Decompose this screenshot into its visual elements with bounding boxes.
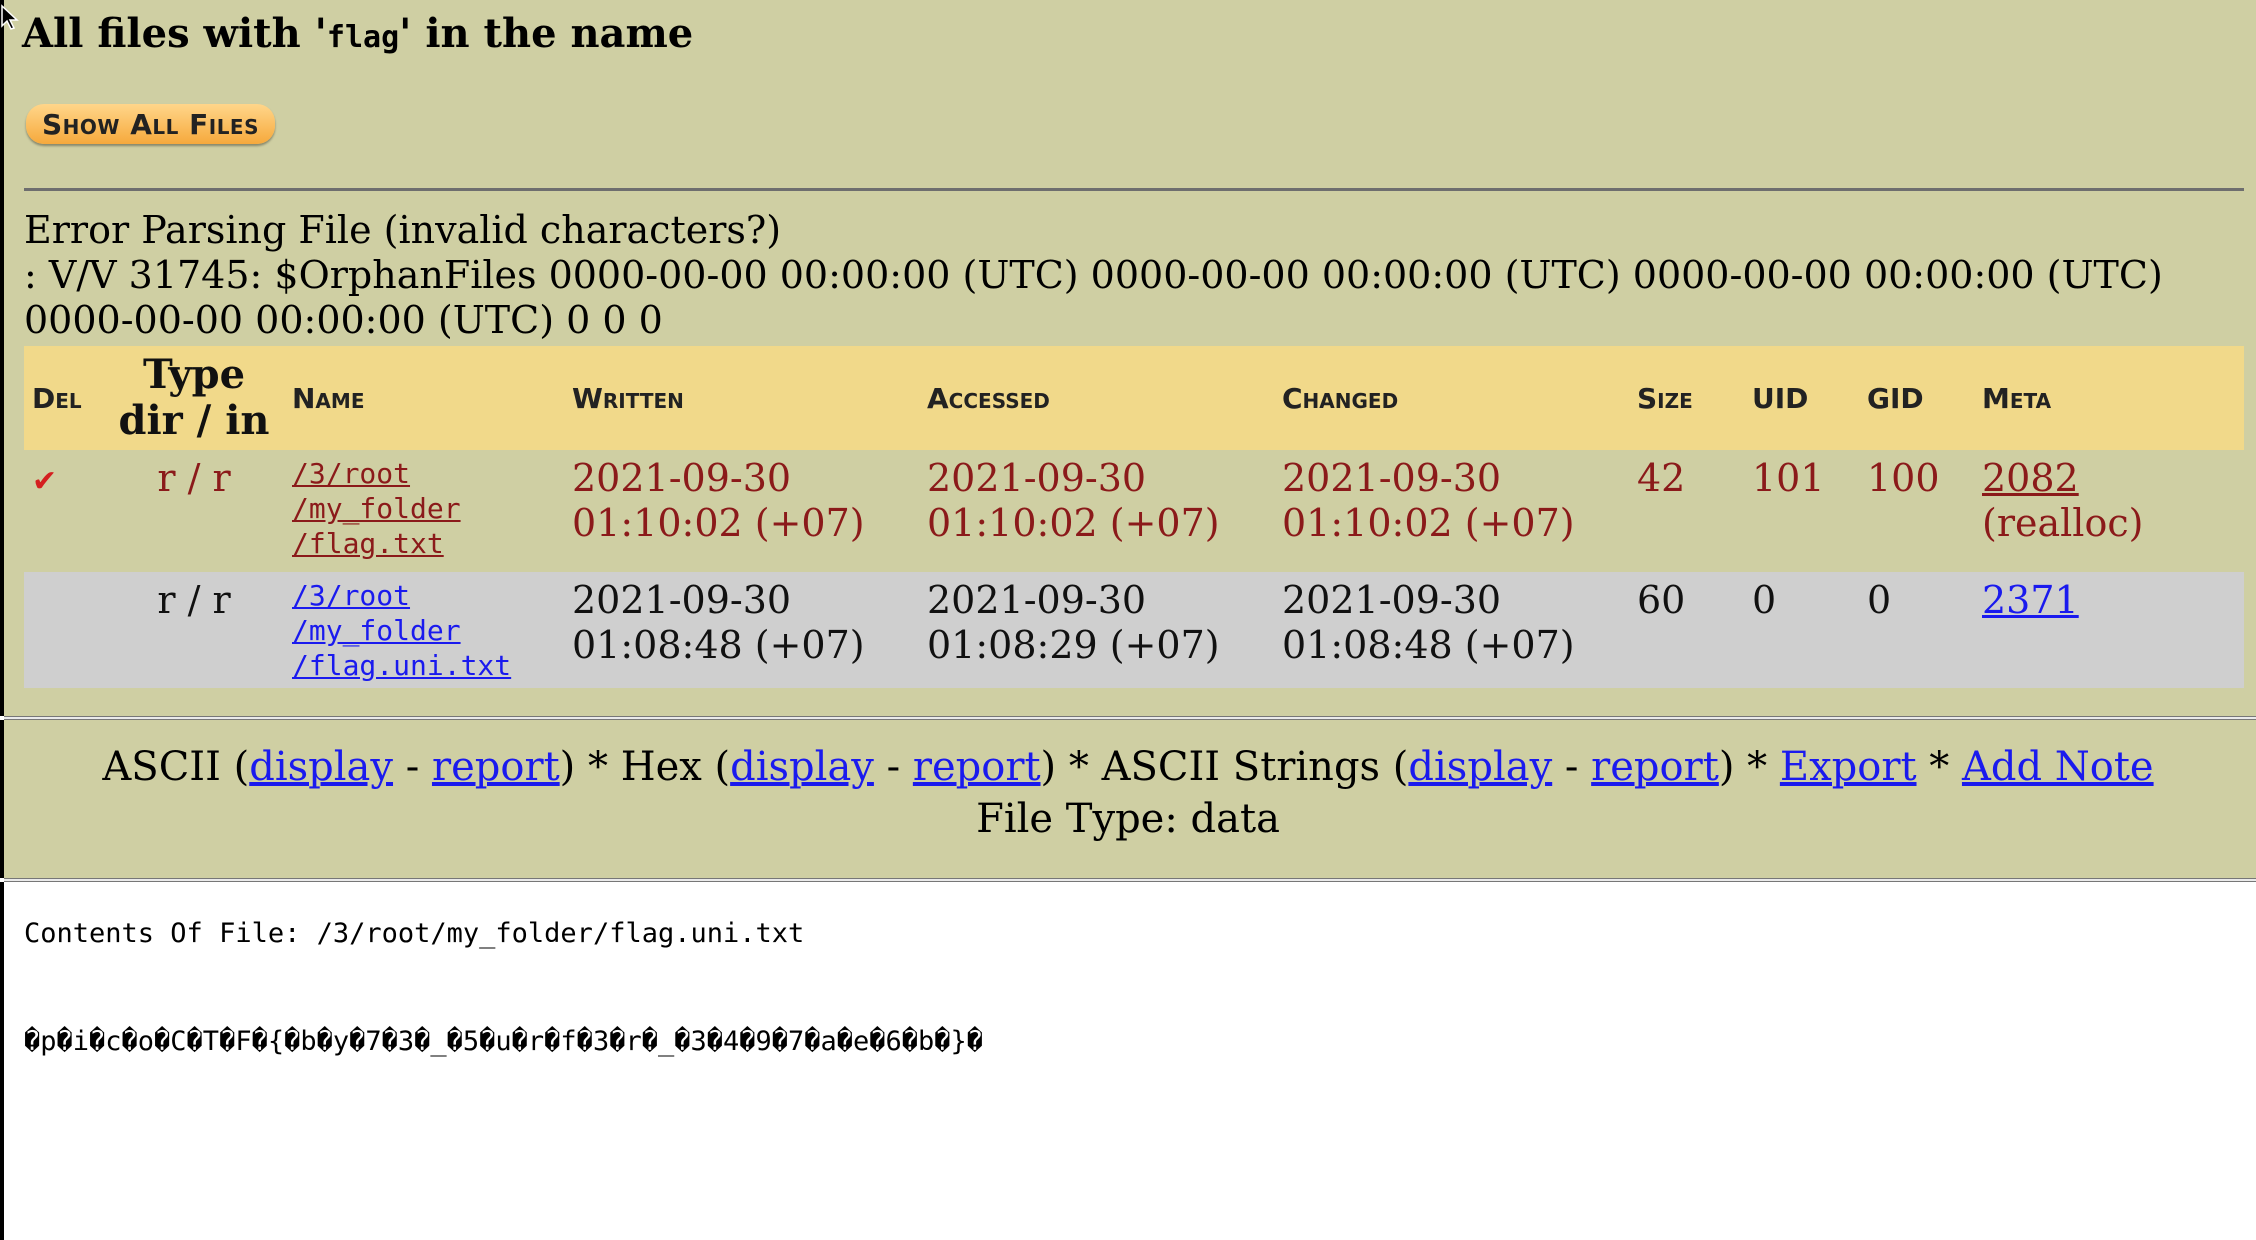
written-cell: 2021-09-30 01:08:48 (+07)	[564, 572, 919, 688]
written-cell: 2021-09-30 01:10:02 (+07)	[564, 450, 919, 572]
header-name[interactable]: Name	[284, 346, 564, 450]
changed-cell: 2021-09-30 01:08:48 (+07)	[1274, 572, 1629, 688]
table-row: ✔ r / r /3/root /my_folder /flag.txt 202…	[24, 450, 2244, 572]
header-meta[interactable]: Meta	[1974, 346, 2244, 450]
size-cell: 60	[1629, 572, 1744, 688]
ascii-display-link[interactable]: display	[249, 744, 393, 790]
file-name-link[interactable]: /flag.txt	[292, 526, 556, 561]
file-list-table: Del Type dir / in Name Written Accessed C…	[24, 346, 2244, 688]
contents-header: Contents Of File: /3/root/my_folder/flag…	[24, 918, 805, 949]
page-title: All files with 'flag' in the name	[22, 10, 694, 57]
file-path-link-part[interactable]: /my_folder	[292, 613, 556, 648]
table-header-row: Del Type dir / in Name Written Accessed C…	[24, 346, 2244, 450]
header-size[interactable]: Size	[1629, 346, 1744, 450]
name-cell: /3/root /my_folder /flag.uni.txt	[284, 572, 564, 688]
file-name-link[interactable]: /flag.uni.txt	[292, 648, 556, 683]
del-cell	[24, 572, 104, 688]
show-all-files-button[interactable]: Show All Files	[26, 104, 275, 144]
meta-note: (realloc)	[1982, 501, 2144, 545]
changed-cell: 2021-09-30 01:10:02 (+07)	[1274, 450, 1629, 572]
meta-cell: 2082 (realloc)	[1974, 450, 2244, 572]
file-path-link-part[interactable]: /3/root	[292, 578, 556, 613]
file-actions-line: ASCII (display - report) * Hex (display …	[102, 744, 2154, 790]
del-cell: ✔	[24, 450, 104, 572]
meta-link[interactable]: 2082	[1982, 456, 2079, 500]
type-cell: r / r	[104, 450, 284, 572]
search-term: flag	[326, 20, 400, 55]
horizontal-rule	[24, 188, 2244, 191]
file-path-link-part[interactable]: /my_folder	[292, 491, 556, 526]
file-path-link-part[interactable]: /3/root	[292, 456, 556, 491]
export-link[interactable]: Export	[1780, 744, 1917, 790]
error-message: Error Parsing File (invalid characters?)…	[24, 208, 2234, 343]
hex-display-link[interactable]: display	[730, 744, 874, 790]
strings-display-link[interactable]: display	[1408, 744, 1552, 790]
size-cell: 42	[1629, 450, 1744, 572]
header-uid[interactable]: UID	[1744, 346, 1859, 450]
accessed-cell: 2021-09-30 01:08:29 (+07)	[919, 572, 1274, 688]
header-written[interactable]: Written	[564, 346, 919, 450]
uid-cell: 101	[1744, 450, 1859, 572]
meta-cell: 2371	[1974, 572, 2244, 688]
file-type-label: File Type: data	[976, 796, 1280, 842]
gid-cell: 100	[1859, 450, 1974, 572]
uid-cell: 0	[1744, 572, 1859, 688]
name-cell: /3/root /my_folder /flag.txt	[284, 450, 564, 572]
header-gid[interactable]: GID	[1859, 346, 1974, 450]
header-accessed[interactable]: Accessed	[919, 346, 1274, 450]
meta-link[interactable]: 2371	[1982, 578, 2079, 622]
add-note-link[interactable]: Add Note	[1962, 744, 2154, 790]
type-cell: r / r	[104, 572, 284, 688]
header-changed[interactable]: Changed	[1274, 346, 1629, 450]
hex-report-link[interactable]: report	[913, 744, 1041, 790]
gid-cell: 0	[1859, 572, 1974, 688]
header-del[interactable]: Del	[24, 346, 104, 450]
header-type[interactable]: Type dir / in	[104, 346, 284, 450]
strings-report-link[interactable]: report	[1591, 744, 1719, 790]
ascii-report-link[interactable]: report	[432, 744, 560, 790]
error-detail: : V/V 31745: $OrphanFiles 0000-00-00 00:…	[24, 253, 2163, 342]
accessed-cell: 2021-09-30 01:10:02 (+07)	[919, 450, 1274, 572]
table-row: r / r /3/root /my_folder /flag.uni.txt 2…	[24, 572, 2244, 688]
checkmark-icon: ✔	[32, 464, 58, 499]
error-title: Error Parsing File (invalid characters?)	[24, 208, 782, 252]
file-contents-text: �p�i�c�o�C�T�F�{�b�y�7�3�_�5�u�r�f�3�r�_…	[24, 1026, 984, 1057]
